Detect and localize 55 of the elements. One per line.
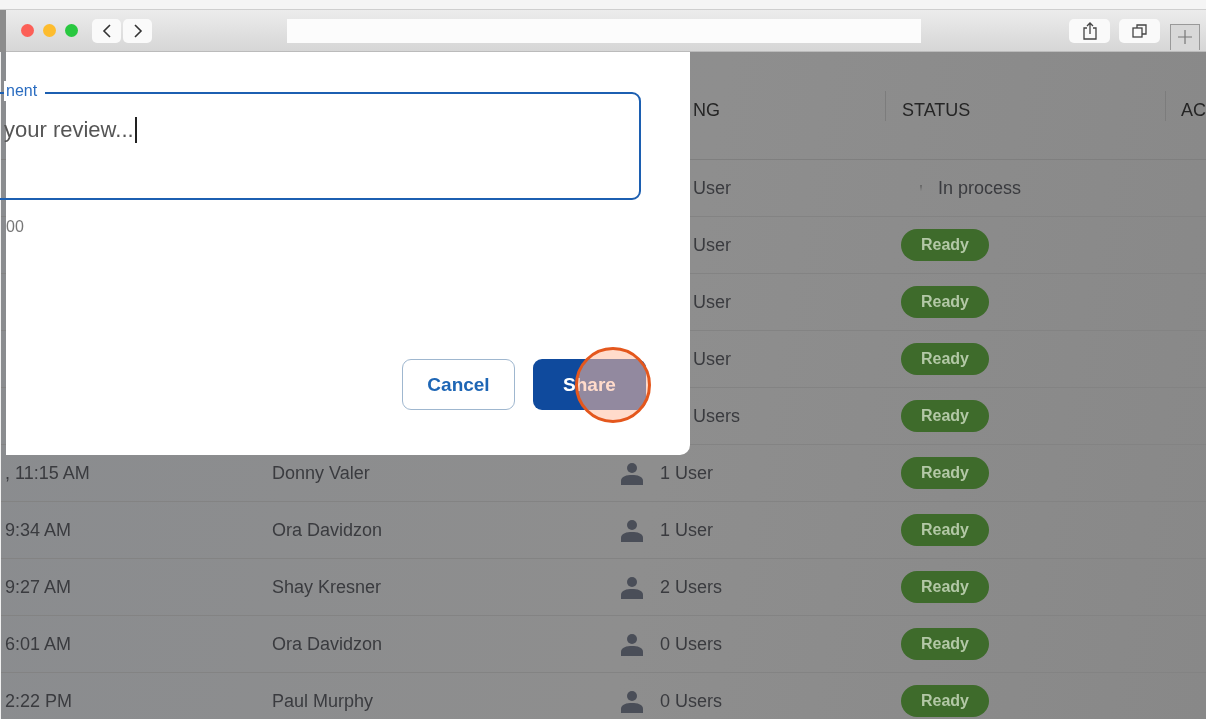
character-counter: 00 [6,218,24,236]
minimize-window-icon[interactable] [43,24,56,37]
person-icon [620,632,644,656]
new-tab-button[interactable] [1170,23,1200,50]
share-icon [1082,21,1097,40]
maximize-window-icon[interactable] [65,24,78,37]
sharing-cell: 0 Users [660,690,722,712]
sharing-cell: User [693,291,731,313]
person-icon [620,689,644,713]
sharing-cell: 2 Users [660,576,722,598]
status-badge: Ready [901,286,989,318]
share-button[interactable] [1069,18,1110,43]
owner-cell: Ora Davidzon [272,519,383,541]
close-window-icon[interactable] [21,24,34,37]
tabs-button[interactable] [1119,18,1160,43]
status-badge: Ready [901,343,989,375]
sharing-cell: User [693,348,731,370]
text-cursor [134,117,137,143]
owner-cell: Shay Kresner [272,576,382,598]
plus-icon [1177,29,1193,45]
person-icon [620,575,644,599]
status-badge: Ready [901,400,989,432]
person-icon [620,461,644,485]
chevron-right-icon [132,23,143,38]
field-label: nent [4,81,46,101]
column-header: STATUS [902,100,971,121]
back-button[interactable] [92,18,121,43]
status-badge: Ready [901,571,989,603]
status-badge: Ready [901,457,989,489]
column-header: NG [693,100,720,121]
person-icon [620,518,644,542]
sharing-cell: 1 User [660,519,713,541]
status-text: In process [938,177,1022,199]
date-cell: 6:01 AM [5,633,72,655]
status-badge: Ready [901,685,989,717]
date-cell: 2:22 PM [5,690,73,712]
sharing-cell: User [693,234,731,256]
cancel-button[interactable]: Cancel [402,359,515,410]
status-badge: Ready [901,514,989,546]
column-header: AC [1181,100,1206,121]
sharing-cell: 0 Users [660,633,722,655]
date-cell: , 11:15 AM [5,462,90,484]
owner-cell: Paul Murphy [272,690,374,712]
date-cell: 9:27 AM [5,576,72,598]
status-badge: Ready [901,229,989,261]
date-cell: 9:34 AM [5,519,72,541]
sharing-cell: 1 User [660,462,713,484]
owner-cell: Donny Valer [272,462,370,484]
sharing-cell: User [693,177,731,199]
forward-button[interactable] [123,18,152,43]
tabs-icon [1131,22,1148,39]
sharing-cell: Users [693,405,740,427]
status-badge: Ready [901,628,989,660]
chevron-left-icon [101,23,112,38]
owner-cell: Ora Davidzon [272,633,383,655]
